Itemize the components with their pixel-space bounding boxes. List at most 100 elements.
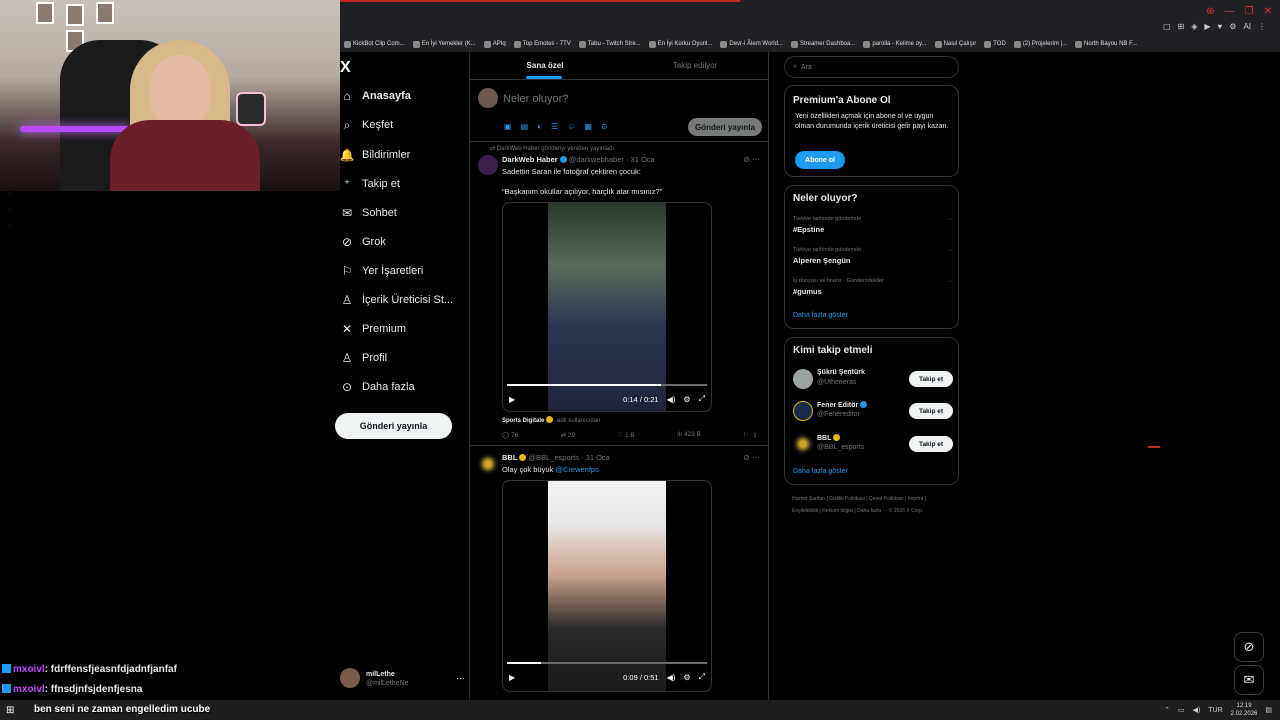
tray-icon[interactable]: ⌃ <box>1164 706 1170 714</box>
toolbar-icon[interactable]: ▢ <box>1163 22 1171 31</box>
follow-suggestion[interactable]: BBL @BBL_esports Takip et <box>793 432 953 456</box>
bookmark[interactable]: Top Emotes - 7TV <box>513 40 571 48</box>
windows-start-icon[interactable]: ⊞ <box>6 705 14 716</box>
tweet-menu[interactable]: ⊘ ··· <box>743 453 760 462</box>
menu-icon[interactable]: ⋮ <box>1258 22 1266 31</box>
bookmark[interactable]: Tabu - Twitch Stre... <box>578 40 641 48</box>
more-icon[interactable]: ··· <box>946 278 953 285</box>
grok-icon[interactable]: ◐ <box>537 122 542 131</box>
video-player[interactable]: ▶ 0:14 / 0:21 ◀) ⚙ ⤢ <box>502 202 712 412</box>
reply-button[interactable]: ◯ 76 <box>502 431 518 439</box>
image-icon[interactable]: ▣ <box>504 122 512 131</box>
nav-premium[interactable]: ✕ Premium <box>340 319 406 339</box>
extension-icon[interactable]: ⊕ <box>1206 6 1214 17</box>
mention-link[interactable]: @Crewenfps <box>555 465 598 474</box>
language-indicator[interactable]: TUR <box>1208 707 1222 714</box>
video-progress[interactable] <box>507 662 707 664</box>
bookmark[interactable]: En İyi Korku Oyunl... <box>648 40 712 48</box>
tweet[interactable]: ⇄ DarkWeb Haber gönderiyi yeniden yayınl… <box>470 143 768 446</box>
compose-post-button[interactable]: Gönderi yayınla <box>688 118 762 136</box>
toolbar-icon[interactable]: ▶ <box>1204 22 1210 31</box>
compose-input[interactable]: Neler oluyor? <box>503 93 568 105</box>
grok-fab-icon[interactable]: ⊘ <box>1234 632 1264 662</box>
schedule-icon[interactable]: ▦ <box>584 122 592 131</box>
follow-button[interactable]: Takip et <box>909 436 953 452</box>
poll-icon[interactable]: ☰ <box>551 122 558 131</box>
toolbar-icon[interactable]: ⊞ <box>1178 22 1185 31</box>
trend-item[interactable]: Türkiye tarihinde gündemde Alperen Şengün… <box>793 247 953 265</box>
x-logo[interactable]: X <box>340 59 351 77</box>
follow-suggestion[interactable]: Şükrü Şentürk @Utheneras Takip et <box>793 367 953 391</box>
nav-follow[interactable]: ⁺ Takip et <box>340 174 400 194</box>
more-icon[interactable]: ··· <box>456 673 465 683</box>
trend-item[interactable]: İş dünyası ve finans · Gündemdekiler #gum… <box>793 278 953 296</box>
gif-icon[interactable]: ▤ <box>521 122 529 131</box>
toolbar-icon[interactable]: ◈ <box>1191 22 1197 31</box>
like-button[interactable]: ♡ 1 B <box>617 431 634 439</box>
avatar[interactable] <box>478 155 498 175</box>
fullscreen-icon[interactable]: ⤢ <box>699 394 705 404</box>
bookmark[interactable]: Devr-i Âlem World... <box>720 40 783 48</box>
bookmark[interactable]: (2) Projelerim |... <box>1013 40 1067 48</box>
maximize-button[interactable]: ❐ <box>1245 6 1254 17</box>
share-button[interactable]: ⚐ ⇪ <box>743 431 758 439</box>
follow-button[interactable]: Takip et <box>909 403 953 419</box>
network-icon[interactable]: ▭ <box>1178 706 1185 714</box>
volume-icon[interactable]: ◀) <box>667 673 676 682</box>
show-more-link[interactable]: Daha fazla göster <box>793 468 848 475</box>
nav-chat[interactable]: ✉ Sohbet <box>340 203 397 223</box>
bookmark[interactable]: TOD <box>984 40 1006 48</box>
trend-item[interactable]: Türkiye tarihinde gündemde #Epstine ··· <box>793 216 953 234</box>
follow-button[interactable]: Takip et <box>909 371 953 387</box>
tweet-menu[interactable]: ⊘ ··· <box>743 155 760 164</box>
nav-profile[interactable]: ♙ Profil <box>340 348 387 368</box>
more-icon[interactable]: ··· <box>946 247 953 254</box>
bookmark[interactable]: En İyi Yemekler (K... <box>412 40 476 48</box>
volume-icon[interactable]: ◀) <box>1193 706 1201 714</box>
settings-icon[interactable]: ⚙ <box>683 395 690 404</box>
bookmark[interactable]: parolla - Kelime oy... <box>863 40 927 48</box>
play-icon[interactable]: ▶ <box>509 395 515 404</box>
bookmark[interactable]: Nasıl Çalışır <box>934 40 976 48</box>
nav-bookmarks[interactable]: ⚐ Yer İşaretleri <box>340 261 424 281</box>
repost-button[interactable]: ⇄ 29 <box>561 431 576 439</box>
fullscreen-icon[interactable]: ⤢ <box>699 672 705 682</box>
toolbar-icon[interactable]: ⚙ <box>1229 22 1236 31</box>
notifications-icon[interactable]: ▤ <box>1265 706 1272 714</box>
video-player[interactable]: ▶ 0:09 / 0:51 ◀) ⚙ ⤢ <box>502 480 712 692</box>
ai-button[interactable]: AI <box>1243 22 1251 31</box>
more-icon[interactable]: ··· <box>946 216 953 223</box>
nav-explore[interactable]: ⌕ Keşfet <box>340 115 394 135</box>
bookmark[interactable]: North Bayou NB F... <box>1075 40 1137 48</box>
bookmark[interactable]: KickBot Clip Com... <box>344 40 405 48</box>
footer-links[interactable]: Hizmet Şartları | Gizlilik Politikası | … <box>792 493 952 517</box>
messages-fab-icon[interactable]: ✉ <box>1234 665 1264 695</box>
close-button[interactable]: ✕ <box>1264 6 1272 17</box>
avatar[interactable] <box>478 454 498 474</box>
tab-following[interactable]: Takip edilyor <box>620 52 768 79</box>
author-name[interactable]: BBL <box>502 453 517 462</box>
account-switcher[interactable]: milLethe @milLetheNe ··· <box>340 664 465 692</box>
follow-suggestion[interactable]: Fener Editör @Fenereditor Takip et <box>793 399 953 423</box>
nav-notifications[interactable]: 🔔 Bildirimler <box>340 145 411 165</box>
nav-creator-studio[interactable]: ♙ İçerik Üreticisi St... <box>340 290 453 310</box>
tab-for-you[interactable]: Sana özel <box>470 52 620 79</box>
bookmark[interactable]: APIq <box>483 40 506 48</box>
nav-grok[interactable]: ⊘ Grok <box>340 232 386 252</box>
search-input[interactable]: ⌕ Ara <box>784 56 959 78</box>
play-icon[interactable]: ▶ <box>509 673 515 682</box>
nav-more[interactable]: ⊙ Daha fazla <box>340 377 415 397</box>
tweet[interactable]: BBL @BBL_esports · 31 Oca ⊘ ··· Olay çok … <box>470 446 768 700</box>
location-icon[interactable]: ⊙ <box>601 122 608 131</box>
author-name[interactable]: DarkWeb Haber <box>502 155 558 164</box>
nav-home[interactable]: ⌂ Anasayfa <box>340 86 411 106</box>
toolbar-icon[interactable]: ♥ <box>1218 22 1223 31</box>
views-button[interactable]: ılı 423 B <box>677 431 701 439</box>
minimize-button[interactable]: — <box>1225 6 1235 17</box>
subscribe-button[interactable]: Abone ol <box>795 151 845 169</box>
emoji-icon[interactable]: ☺ <box>567 122 575 131</box>
bookmark[interactable]: Streamer Dashboa... <box>790 40 855 48</box>
post-button[interactable]: Gönderi yayınla <box>335 413 452 439</box>
settings-icon[interactable]: ⚙ <box>683 673 690 682</box>
volume-icon[interactable]: ◀) <box>667 395 676 404</box>
